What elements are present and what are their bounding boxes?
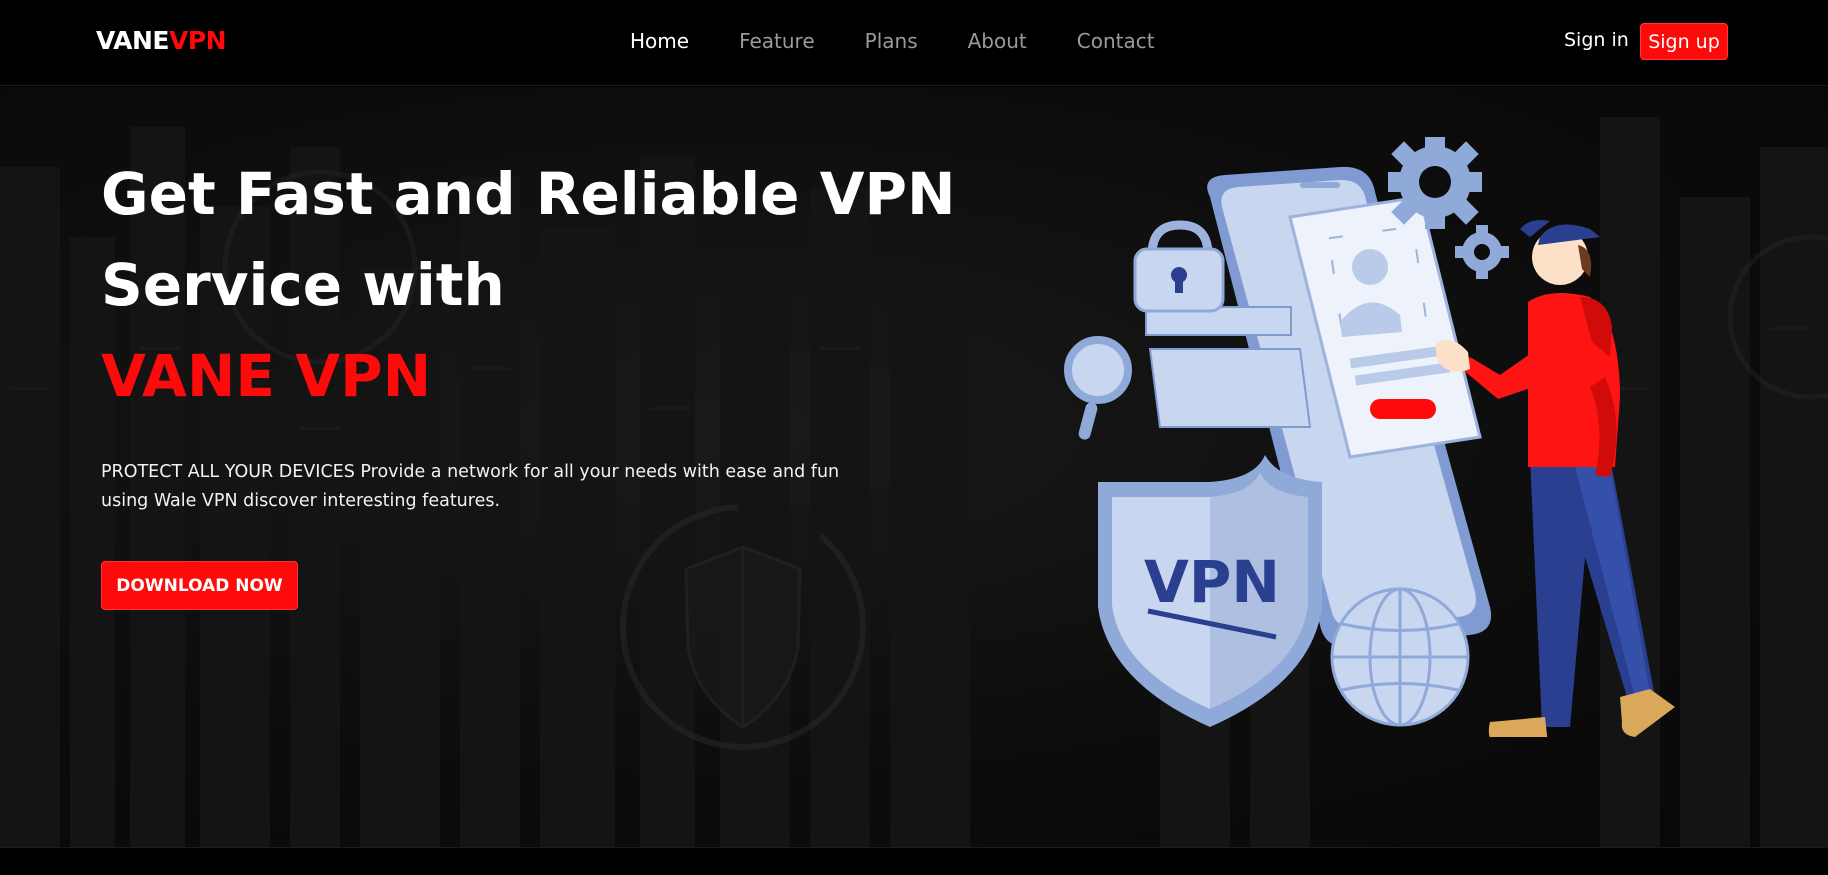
hero-heading-line2: Service with: [101, 251, 505, 319]
hero-heading: Get Fast and Reliable VPN Service with V…: [101, 149, 1001, 422]
navbar: VANEVPN Home Feature Plans About Contact…: [0, 0, 1828, 86]
shield-icon: VPN: [1098, 455, 1322, 727]
nav-link-feature[interactable]: Feature: [739, 29, 815, 53]
sign-up-button[interactable]: Sign up: [1640, 23, 1728, 60]
hero-section: Get Fast and Reliable VPN Service with V…: [0, 87, 1828, 847]
nav-link-contact[interactable]: Contact: [1077, 29, 1155, 53]
lock-icon: [1133, 220, 1225, 313]
bottom-band: [0, 847, 1828, 875]
download-now-button[interactable]: DOWNLOAD NOW: [101, 561, 298, 610]
magnifier-icon: [1064, 336, 1132, 440]
nav-link-about[interactable]: About: [968, 29, 1027, 53]
logo-part-vane: VANE: [96, 26, 170, 55]
logo[interactable]: VANEVPN: [96, 26, 227, 55]
vpn-illustration: VPN: [1064, 137, 1675, 737]
person-illustration: [1435, 220, 1675, 737]
floating-panels-illustration: [1145, 306, 1312, 428]
nav-link-plans[interactable]: Plans: [865, 29, 918, 53]
logo-part-vpn: VPN: [169, 26, 227, 55]
hero-heading-brand: VANE VPN: [101, 342, 432, 410]
hero-description: PROTECT ALL YOUR DEVICES Provide a netwo…: [101, 462, 840, 511]
globe-icon: [1330, 587, 1470, 727]
nav-links: Home Feature Plans About Contact: [630, 29, 1205, 53]
shield-vpn-text: VPN: [1144, 548, 1280, 616]
sign-in-link[interactable]: Sign in: [1564, 29, 1629, 51]
hero-heading-line1: Get Fast and Reliable VPN: [101, 160, 956, 228]
nav-link-home[interactable]: Home: [630, 29, 689, 53]
